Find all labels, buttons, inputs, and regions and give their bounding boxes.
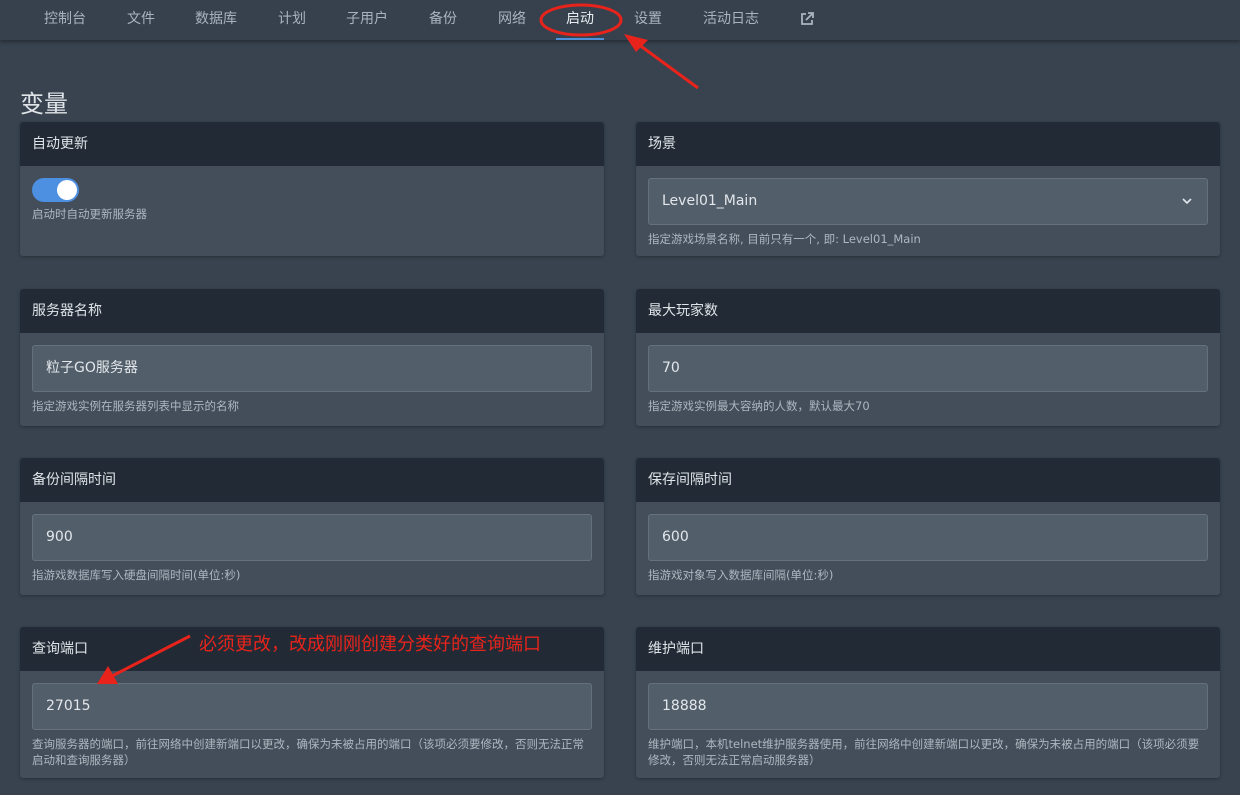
nav-tab-subusers[interactable]: 子用户 <box>346 0 388 40</box>
arrow-to-startup-tab <box>624 34 699 90</box>
help-text: 启动时自动更新服务器 <box>32 207 147 221</box>
card-title: 自动更新 <box>20 122 604 166</box>
card-title: 场景 <box>636 122 1220 166</box>
help-text: 指游戏对象写入数据库间隔(单位:秒) <box>648 568 834 582</box>
nav-tab-console[interactable]: 控制台 <box>44 0 86 40</box>
nav-tab-network[interactable]: 网络 <box>498 0 526 40</box>
card-title: 维护端口 <box>636 627 1220 671</box>
scene-selected-value: Level01_Main <box>662 193 758 209</box>
nav-tab-backups[interactable]: 备份 <box>429 0 457 40</box>
card-title: 最大玩家数 <box>636 289 1220 333</box>
maintenance-port-input[interactable]: 18888 <box>648 683 1208 730</box>
nav-tab-settings[interactable]: 设置 <box>634 0 662 40</box>
server-name-input[interactable]: 粒子GO服务器 <box>32 345 592 392</box>
auto-update-card: 自动更新 启动时自动更新服务器 <box>20 122 604 256</box>
maintenance-port-card: 维护端口 18888 维护端口，本机telnet维护服务器使用，前往网络中创建新… <box>636 627 1220 778</box>
backup-interval-card: 备份间隔时间 900 指游戏数据库写入硬盘间隔时间(单位:秒) <box>20 458 604 595</box>
toggle-knob <box>57 180 77 200</box>
auto-update-toggle[interactable] <box>32 178 79 202</box>
scene-card: 场景 Level01_Main 指定游戏场景名称, 目前只有一个, 即: Lev… <box>636 122 1220 256</box>
backup-interval-input[interactable]: 900 <box>32 514 592 561</box>
chevron-down-icon <box>1182 198 1192 205</box>
help-text: 指定游戏场景名称, 目前只有一个, 即: Level01_Main <box>648 232 921 246</box>
help-text: 查询服务器的端口，前往网络中创建新端口以更改，确保为未被占用的端口（该项必须要修… <box>32 737 584 767</box>
annotation-text: 必须更改，改成刚刚创建分类好的查询端口 <box>199 634 541 655</box>
query-port-input[interactable]: 27015 <box>32 683 592 730</box>
help-text: 指定游戏实例最大容纳的人数，默认最大70 <box>648 399 870 413</box>
server-name-card: 服务器名称 粒子GO服务器 指定游戏实例在服务器列表中显示的名称 <box>20 289 604 426</box>
card-title: 保存间隔时间 <box>636 458 1220 502</box>
nav-tab-startup[interactable]: 启动 <box>556 0 604 40</box>
top-nav: 控制台 文件 数据库 计划 子用户 备份 网络 启动 设置 活动日志 <box>0 0 1240 40</box>
external-link-icon[interactable] <box>799 11 815 27</box>
nav-tab-files[interactable]: 文件 <box>127 0 155 40</box>
card-title: 备份间隔时间 <box>20 458 604 502</box>
nav-tab-activity[interactable]: 活动日志 <box>703 0 759 40</box>
scene-select[interactable]: Level01_Main <box>648 178 1208 225</box>
nav-tab-schedules[interactable]: 计划 <box>278 0 306 40</box>
help-text: 指游戏数据库写入硬盘间隔时间(单位:秒) <box>32 568 241 582</box>
save-interval-card: 保存间隔时间 600 指游戏对象写入数据库间隔(单位:秒) <box>636 458 1220 595</box>
card-title: 服务器名称 <box>20 289 604 333</box>
nav-tab-databases[interactable]: 数据库 <box>195 0 237 40</box>
save-interval-input[interactable]: 600 <box>648 514 1208 561</box>
max-players-input[interactable]: 70 <box>648 345 1208 392</box>
help-text: 指定游戏实例在服务器列表中显示的名称 <box>32 399 239 413</box>
max-players-card: 最大玩家数 70 指定游戏实例最大容纳的人数，默认最大70 <box>636 289 1220 426</box>
help-text: 维护端口，本机telnet维护服务器使用，前往网络中创建新端口以更改，确保为未被… <box>648 737 1200 767</box>
page-title: 变量 <box>20 90 68 118</box>
